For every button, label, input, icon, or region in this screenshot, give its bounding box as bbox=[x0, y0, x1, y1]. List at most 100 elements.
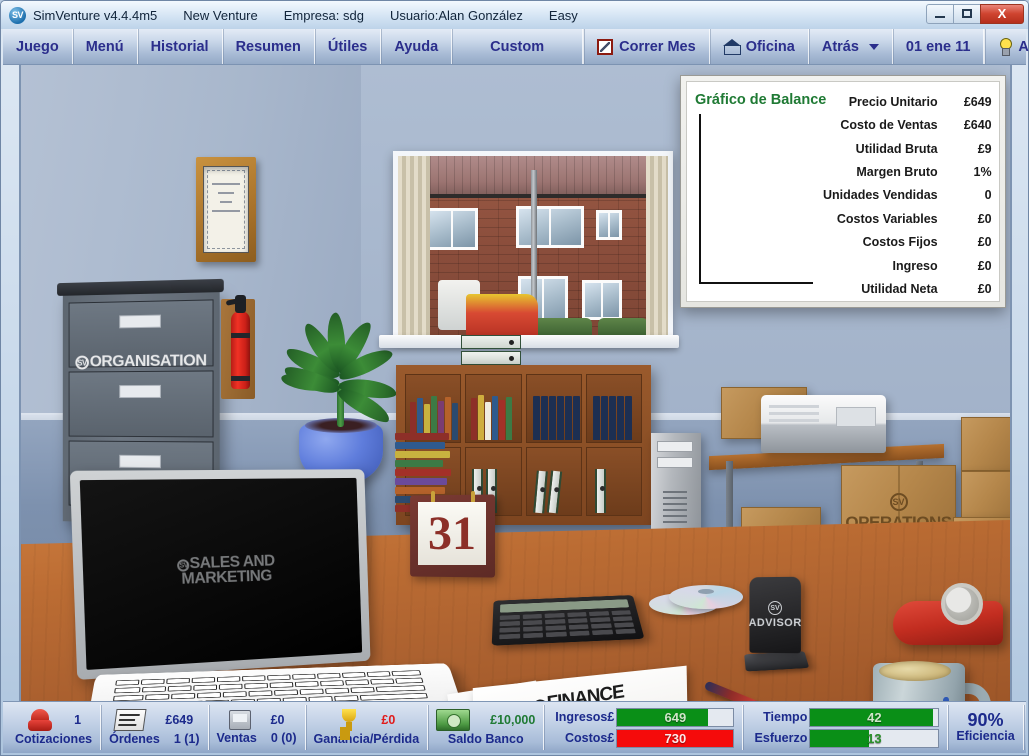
venture-name: New Venture bbox=[183, 7, 258, 23]
laptop-screen-text: SVSALES AND MARKETING bbox=[177, 553, 275, 588]
bank-balance-value: £10,000 bbox=[490, 712, 536, 727]
bookcase-cell bbox=[585, 447, 642, 516]
printer[interactable] bbox=[761, 395, 886, 453]
window-view bbox=[398, 156, 668, 336]
close-button[interactable]: X bbox=[980, 3, 1024, 24]
cardboard-box bbox=[961, 471, 1010, 521]
calendar-icon bbox=[597, 38, 614, 55]
income-row: Ingresos£ 649 bbox=[552, 707, 735, 727]
minimize-button[interactable] bbox=[926, 3, 954, 24]
costs-row: Costos£ 730 bbox=[552, 728, 735, 748]
status-sales[interactable]: £0 Ventas 0 (0) bbox=[209, 705, 306, 750]
status-profit-loss[interactable]: £0 Ganancia/Pérdida bbox=[306, 705, 429, 750]
cabinet-drawer-2 bbox=[68, 370, 214, 438]
stat-label: Costos Variables bbox=[836, 211, 938, 226]
back-label: Atrás bbox=[821, 38, 859, 55]
stat-value: £0 bbox=[977, 282, 992, 297]
stat-label: Costos Fijos bbox=[862, 235, 938, 250]
advisor-button[interactable]: Asesor bbox=[985, 29, 1029, 64]
bookcase-cell bbox=[525, 374, 582, 443]
quotes-value: 1 bbox=[74, 712, 82, 727]
company-name: Empresa: sdg bbox=[283, 7, 364, 23]
menu-item-utiles[interactable]: Útiles bbox=[315, 29, 382, 64]
menu-item-menu[interactable]: Menú bbox=[73, 29, 138, 64]
efficiency-label: Eficiencia bbox=[956, 728, 1015, 743]
lightbulb-icon bbox=[998, 38, 1013, 56]
effort-bar: 13 bbox=[809, 728, 940, 748]
orders-extra: 1 (1) bbox=[173, 731, 200, 746]
effort-row: Esfuerzo 13 bbox=[751, 728, 940, 748]
stat-row: Precio Unitario £649 bbox=[823, 90, 992, 113]
bank-balance-label: Saldo Banco bbox=[447, 731, 524, 746]
app-window: SV SimVenture v4.4.4m5 New Venture Empre… bbox=[0, 0, 1029, 756]
orders-value: £649 bbox=[165, 712, 194, 727]
bookcase-cell bbox=[465, 374, 522, 443]
sv-badge-icon: SV bbox=[75, 355, 89, 370]
run-month-label: Correr Mes bbox=[619, 38, 696, 55]
menu-item-resumen[interactable]: Resumen bbox=[223, 29, 315, 64]
pc-tower[interactable] bbox=[651, 433, 701, 543]
maximize-button[interactable] bbox=[953, 3, 981, 24]
stat-row: Margen Bruto 1% bbox=[823, 160, 991, 183]
certificate-frame[interactable] bbox=[196, 157, 256, 262]
status-mood: Descansado Feliz bbox=[1024, 705, 1029, 750]
status-quotes[interactable]: 1 Cotizaciones bbox=[7, 705, 102, 750]
stat-label: Utilidad Neta bbox=[861, 282, 938, 297]
balance-panel-inner: Gráfico de Balance Precio Unitario £649 … bbox=[686, 81, 1000, 302]
status-time-effort: Tiempo 42 Esfuerzo 13 bbox=[743, 705, 949, 750]
extinguisher-body bbox=[231, 311, 250, 389]
effort-label: Esfuerzo bbox=[754, 731, 808, 745]
income-bar: 649 bbox=[616, 707, 735, 727]
stat-row: Costo de Ventas £640 bbox=[823, 113, 991, 136]
office-scene[interactable]: SV ORGANISATION SVSALES AND MARKETING 31… bbox=[19, 65, 1012, 706]
stat-label: Costo de Ventas bbox=[840, 118, 938, 133]
status-bar: 1 Cotizaciones £649 Órdenes 1 (1) £0 Ven… bbox=[3, 701, 1026, 753]
window-frame: SV SimVenture v4.4.4m5 New Venture Empre… bbox=[0, 0, 1029, 756]
phone-screen: SV ADVISOR bbox=[748, 576, 802, 654]
phone-screen-label: ADVISOR bbox=[748, 616, 802, 630]
stat-row: Ingreso £0 bbox=[823, 254, 992, 277]
back-dropdown[interactable]: Atrás bbox=[809, 29, 893, 64]
stat-label: Unidades Vendidas bbox=[823, 188, 938, 203]
delivery-truck bbox=[438, 278, 548, 336]
balance-chart-panel[interactable]: Gráfico de Balance Precio Unitario £649 … bbox=[680, 75, 1006, 308]
maximize-icon bbox=[962, 9, 972, 18]
title-bar: SV SimVenture v4.4.4m5 New Venture Empre… bbox=[1, 1, 1028, 29]
chart-axes bbox=[699, 114, 813, 284]
balance-chart-area: Gráfico de Balance bbox=[687, 82, 827, 301]
sales-tray-icon bbox=[228, 709, 251, 730]
lever-arch-files-top bbox=[461, 335, 521, 367]
menu-item-juego[interactable]: Juego bbox=[3, 29, 73, 64]
stat-value: £0 bbox=[977, 258, 992, 273]
trophy-icon bbox=[337, 708, 361, 731]
calendar-day-number: 31 bbox=[418, 502, 486, 565]
menu-item-historial[interactable]: Historial bbox=[138, 29, 223, 64]
minimize-icon bbox=[935, 15, 945, 18]
office-button[interactable]: Oficina bbox=[710, 29, 809, 64]
advisor-phone[interactable]: SV ADVISOR bbox=[744, 576, 810, 687]
stat-value: £9 bbox=[977, 141, 992, 156]
sv-badge-icon: SV bbox=[768, 600, 782, 615]
stat-label: Ingreso bbox=[892, 258, 938, 273]
telephone-icon bbox=[26, 708, 54, 731]
office-label: Oficina bbox=[745, 38, 795, 55]
status-bank-balance[interactable]: £10,000 Saldo Banco bbox=[428, 705, 545, 750]
order-form-icon bbox=[113, 708, 147, 731]
income-label: Ingresos£ bbox=[555, 710, 615, 724]
sales-value: £0 bbox=[270, 712, 285, 727]
certificate-text-lines bbox=[212, 183, 240, 219]
balance-chart-title: Gráfico de Balance bbox=[695, 92, 827, 108]
calculator[interactable] bbox=[491, 595, 645, 646]
stat-row: Costos Fijos £0 bbox=[823, 231, 992, 254]
menu-item-custom[interactable]: Custom bbox=[452, 29, 584, 64]
status-orders[interactable]: £649 Órdenes 1 (1) bbox=[101, 705, 209, 750]
status-income-costs: Ingresos£ 649 Costos£ 730 bbox=[544, 705, 744, 750]
coffee-mug[interactable] bbox=[869, 655, 994, 706]
time-value: 42 bbox=[867, 709, 882, 725]
time-row: Tiempo 42 bbox=[751, 707, 940, 727]
desk-calendar[interactable]: 31 bbox=[409, 491, 496, 578]
run-month-button[interactable]: Correr Mes bbox=[584, 29, 710, 64]
income-value: 649 bbox=[664, 709, 687, 725]
stat-row: Costos Variables £0 bbox=[823, 207, 992, 230]
menu-item-ayuda[interactable]: Ayuda bbox=[381, 29, 453, 64]
